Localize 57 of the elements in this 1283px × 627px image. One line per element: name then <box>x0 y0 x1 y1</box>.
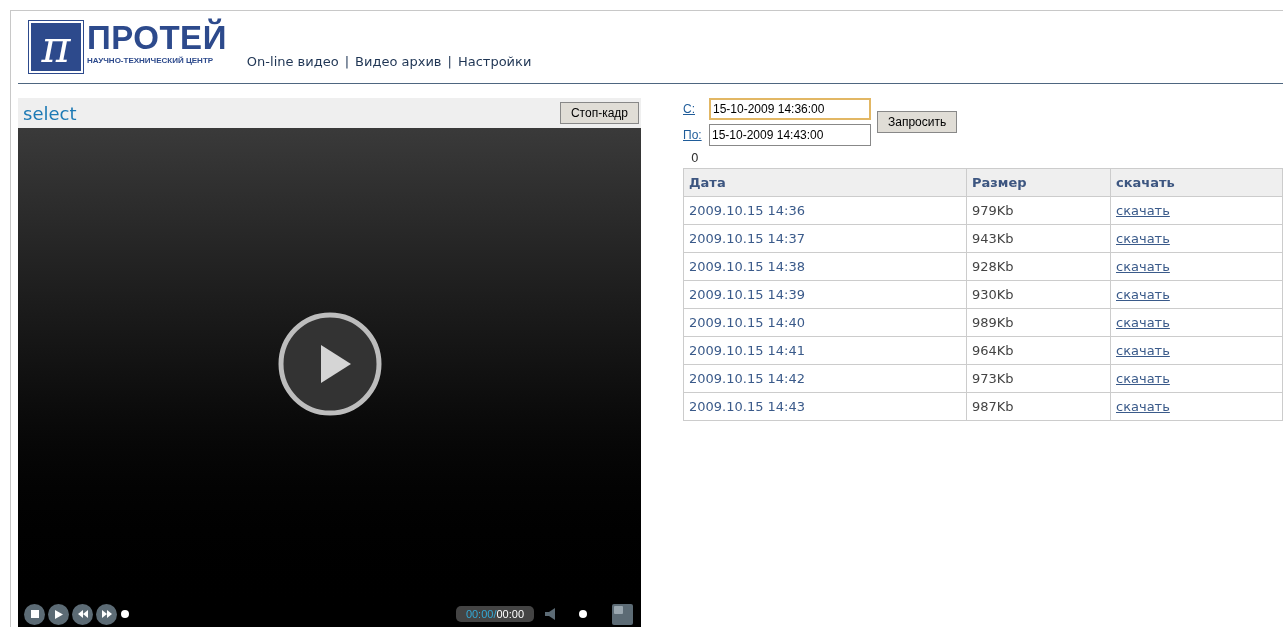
table-cell: 2009.10.15 14:43 <box>683 392 967 421</box>
date-label[interactable]: С: <box>683 100 707 118</box>
nav-link[interactable]: Настройки <box>457 51 532 71</box>
table-cell: 987Kb <box>966 392 1111 421</box>
table-cell: 930Kb <box>966 280 1111 309</box>
total-time: 00:00 <box>496 606 524 622</box>
download-link[interactable]: скачать <box>1116 230 1170 246</box>
table-cell: 964Kb <box>966 336 1111 365</box>
snapshot-button[interactable]: Стоп-кадр <box>559 102 639 124</box>
player-title: select <box>23 101 77 126</box>
play-icon <box>54 609 63 619</box>
rewind-icon <box>77 610 88 618</box>
column-header: Размер <box>966 168 1111 197</box>
column-header: Дата <box>683 168 967 197</box>
table-cell: 973Kb <box>966 364 1111 393</box>
play-icon[interactable] <box>276 311 383 417</box>
table-cell: 2009.10.15 14:36 <box>683 196 967 225</box>
download-link[interactable]: скачать <box>1116 342 1170 358</box>
nav-link[interactable]: On-line видео <box>246 51 339 71</box>
download-link[interactable]: скачать <box>1116 398 1170 414</box>
table-cell: 2009.10.15 14:41 <box>683 336 967 365</box>
nav-separator: | <box>344 52 350 71</box>
column-header: скачать <box>1110 168 1283 197</box>
download-link[interactable]: скачать <box>1116 202 1170 218</box>
table-cell: 979Kb <box>966 196 1111 225</box>
current-time: 00:00/ <box>465 606 497 622</box>
progress-handle[interactable] <box>121 610 129 618</box>
table-cell: 2009.10.15 14:40 <box>683 308 967 337</box>
download-link[interactable]: скачать <box>1116 370 1170 386</box>
date-label[interactable]: По: <box>683 126 707 144</box>
play-button[interactable] <box>48 603 69 625</box>
table-cell: 928Kb <box>966 252 1111 281</box>
request-button[interactable]: Запросить <box>877 111 958 133</box>
result-count: 0 <box>691 150 700 166</box>
table-cell: 2009.10.15 14:39 <box>683 280 967 309</box>
table-cell: 2009.10.15 14:37 <box>683 224 967 253</box>
download-link[interactable]: скачать <box>1116 286 1170 302</box>
volume-icon[interactable] <box>545 608 555 620</box>
date-field[interactable]: 15-10-2009 14:36:00 <box>709 98 871 120</box>
table-cell: 989Kb <box>966 308 1111 337</box>
download-link[interactable]: скачать <box>1116 314 1170 330</box>
logo-subtitle: НАУЧНО-ТЕХНИЧЕСКИЙ ЦЕНТР <box>87 55 215 67</box>
fast-forward-button[interactable] <box>96 603 117 625</box>
nav-separator: | <box>447 52 452 71</box>
fullscreen-button[interactable] <box>612 603 633 625</box>
stop-button[interactable] <box>24 603 45 625</box>
nav-link[interactable]: Видео архив <box>355 51 442 71</box>
rewind-button[interactable] <box>72 603 93 625</box>
download-link[interactable]: скачать <box>1116 258 1170 274</box>
date-field[interactable]: 15-10-2009 14:43:00 <box>709 124 871 146</box>
stop-icon <box>30 610 39 618</box>
table-cell: 2009.10.15 14:38 <box>683 252 967 281</box>
fast-forward-icon <box>101 610 112 618</box>
logo-mark: π <box>29 21 83 73</box>
table-cell: 2009.10.15 14:42 <box>683 364 967 393</box>
table-cell: 943Kb <box>966 224 1111 253</box>
volume-handle[interactable] <box>579 610 587 618</box>
